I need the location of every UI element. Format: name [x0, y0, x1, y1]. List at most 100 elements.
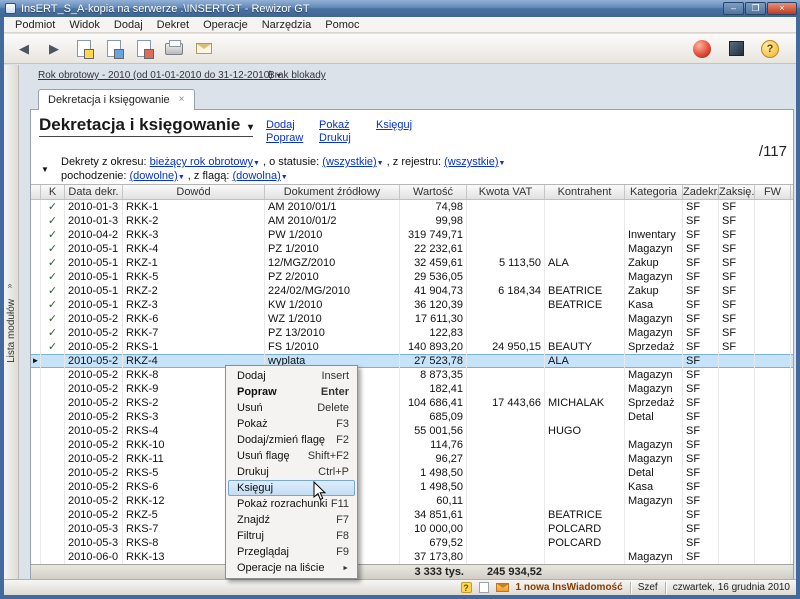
- table-row[interactable]: ✓2010-05-1RKK-4PZ 1/201022 232,61Magazyn…: [31, 242, 793, 256]
- edit-link[interactable]: Popraw: [266, 132, 303, 144]
- filter-flag-value[interactable]: (dowolna): [232, 170, 280, 182]
- filter-register-value[interactable]: (wszystkie): [444, 156, 498, 168]
- table-row[interactable]: ✓2010-05-2RKK-6WZ 1/201017 611,30Magazyn…: [31, 312, 793, 326]
- page-title-menu[interactable]: Dekretacja i księgowanie ▾: [39, 115, 253, 137]
- table-row[interactable]: 2010-05-2RKS-455 001,56HUGOSF: [31, 424, 793, 438]
- table-row[interactable]: 2010-05-2RKK-1196,27MagazynSF: [31, 452, 793, 466]
- menu-item-operacje[interactable]: Operacje: [196, 18, 255, 32]
- table-row[interactable]: 2010-05-3RKS-710 000,00POLCARDSF: [31, 522, 793, 536]
- print-link[interactable]: Drukuj: [319, 132, 351, 144]
- sidebar-expand-icon[interactable]: «: [6, 284, 16, 289]
- column-header-src[interactable]: Dokument źródłowy: [265, 185, 400, 199]
- delete-decree-button[interactable]: [132, 37, 156, 61]
- table-row[interactable]: ✓2010-05-1RKZ-112/MGZ/201032 459,615 113…: [31, 256, 793, 270]
- filter-status-value[interactable]: (wszystkie): [322, 156, 376, 168]
- show-link[interactable]: Pokaż: [319, 119, 350, 131]
- tab-close-icon[interactable]: ×: [179, 95, 185, 105]
- table-row[interactable]: 2010-05-2RKK-10114,76MagazynSF: [31, 438, 793, 452]
- new-decree-button[interactable]: [72, 37, 96, 61]
- post-link[interactable]: Księguj: [376, 119, 412, 131]
- maximize-button[interactable]: ❐: [745, 2, 766, 15]
- context-menu-item-usun[interactable]: UsuńDelete: [228, 400, 355, 416]
- lock-status-link[interactable]: Brak blokady: [268, 70, 326, 81]
- table-row[interactable]: ✓2010-05-1RKK-5PZ 2/201029 536,05Magazyn…: [31, 270, 793, 284]
- column-header-k[interactable]: K: [41, 185, 65, 199]
- cell-source-document: PZ 13/2010: [265, 326, 400, 340]
- title-bar: InsERT_S_A-kopia na serwerze .\INSERTGT …: [0, 0, 800, 17]
- table-row[interactable]: ✓2010-05-2RKS-1FS 1/2010140 893,2024 950…: [31, 340, 793, 354]
- insmail-notification[interactable]: 1 nowa InsWiadomość: [516, 582, 623, 593]
- context-menu-item-ksieguj[interactable]: Księguj: [228, 480, 355, 496]
- context-menu-item-znajdz[interactable]: ZnajdźF7: [228, 512, 355, 528]
- context-menu-item-usun-flage[interactable]: Usuń flagęShift+F2: [228, 448, 355, 464]
- mail-icon[interactable]: [496, 583, 509, 592]
- column-header-category[interactable]: Kategoria: [625, 185, 683, 199]
- table-row[interactable]: 2010-05-2RKK-9182,41MagazynSF: [31, 382, 793, 396]
- table-row[interactable]: 2010-05-2RKS-51 498,50DetalSF: [31, 466, 793, 480]
- help-button[interactable]: ?: [758, 37, 782, 61]
- column-header-fw[interactable]: FW: [755, 185, 791, 199]
- menu-item-widok[interactable]: Widok: [62, 18, 107, 32]
- communications-button[interactable]: [192, 37, 216, 61]
- context-menu-item-dodaj[interactable]: DodajInsert: [228, 368, 355, 384]
- print-button[interactable]: [162, 37, 186, 61]
- cell-fw: [755, 382, 791, 396]
- table-row[interactable]: 2010-05-3RKS-8679,52POLCARDSF: [31, 536, 793, 550]
- menu-item-narzedzia[interactable]: Narzędzia: [255, 18, 319, 32]
- table-row[interactable]: 2010-05-2RKZ-534 851,61BEATRICESF: [31, 508, 793, 522]
- menu-item-dodaj[interactable]: Dodaj: [107, 18, 150, 32]
- tab-dekretacja[interactable]: Dekretacja i księgowanie ×: [38, 89, 195, 110]
- table-row[interactable]: ✓2010-05-1RKZ-3KW 1/201036 120,39BEATRIC…: [31, 298, 793, 312]
- table-row[interactable]: ►2010-05-2RKZ-4wyplata27 523,78ALASF: [31, 354, 793, 368]
- context-menu-item-popraw[interactable]: PoprawEnter: [228, 384, 355, 400]
- cell-zaksie: [719, 368, 755, 382]
- column-header-zaksie[interactable]: Zaksię.: [719, 185, 755, 199]
- menu-item-pomoc[interactable]: Pomoc: [318, 18, 366, 32]
- context-menu-item-filtruj[interactable]: FiltrujF8: [228, 528, 355, 544]
- toolbar: ◀▶ ?: [4, 34, 796, 64]
- context-menu-item-pokaz-rozrachunki[interactable]: Pokaż rozrachunkiF11: [228, 496, 355, 512]
- table-row[interactable]: 2010-05-2RKS-3685,09DetalSF: [31, 410, 793, 424]
- table-row[interactable]: 2010-05-2RKS-61 498,50KasaSF: [31, 480, 793, 494]
- table-row[interactable]: 2010-05-2RKK-88 873,35MagazynSF: [31, 368, 793, 382]
- modules-sidebar[interactable]: « Lista modułów: [4, 65, 19, 579]
- filter-origin-value[interactable]: (dowolne): [130, 170, 178, 182]
- edit-decree-button[interactable]: [102, 37, 126, 61]
- context-menu-item-drukuj[interactable]: DrukujCtrl+P: [228, 464, 355, 480]
- table-row[interactable]: ✓2010-01-3RKK-1AM 2010/01/174,98SFSF: [31, 200, 793, 214]
- add-link[interactable]: Dodaj: [266, 119, 295, 131]
- minimize-button[interactable]: –: [723, 2, 744, 15]
- table-row[interactable]: 2010-05-2RKS-2104 686,4117 443,66MICHALA…: [31, 396, 793, 410]
- table-row[interactable]: 2010-05-2RKK-1260,11MagazynSF: [31, 494, 793, 508]
- context-menu-item-dodaj-zmien-flage[interactable]: Dodaj/zmień flagęF2: [228, 432, 355, 448]
- column-header-zadekr[interactable]: Zadekr.: [683, 185, 719, 199]
- workspace: « Lista modułów Rok obrotowy - 2010 (od …: [4, 65, 796, 579]
- cell-document: RKK-2: [123, 214, 265, 228]
- nav-back-button[interactable]: ◀: [12, 37, 36, 61]
- menu-item-podmiot[interactable]: Podmiot: [8, 18, 62, 32]
- context-menu-item-operacje-na-liscie[interactable]: Operacje na liście►: [228, 560, 355, 576]
- modules-cube-button[interactable]: [724, 37, 748, 61]
- nav-forward-button[interactable]: ▶: [42, 37, 66, 61]
- table-row[interactable]: ✓2010-05-2RKK-7PZ 13/2010122,83MagazynSF…: [31, 326, 793, 340]
- help-badge-icon[interactable]: ?: [461, 582, 472, 593]
- column-header-val[interactable]: Wartość: [400, 185, 467, 199]
- column-header-vat[interactable]: Kwota VAT: [467, 185, 545, 199]
- fiscal-year-selector[interactable]: Rok obrotowy - 2010 (od 01-01-2010 do 31…: [38, 70, 282, 81]
- context-menu-item-przegladaj[interactable]: PrzeglądajF9: [228, 544, 355, 560]
- note-icon[interactable]: [479, 582, 489, 593]
- table-row[interactable]: ✓2010-01-3RKK-2AM 2010/01/299,98SFSF: [31, 214, 793, 228]
- table-row[interactable]: 2010-06-0RKK-1337 173,80MagazynSF: [31, 550, 793, 564]
- filter-collapse-icon[interactable]: ▼: [41, 165, 49, 174]
- insert-logo-button[interactable]: [690, 37, 714, 61]
- column-header-contractor[interactable]: Kontrahent: [545, 185, 625, 199]
- filter-period-value[interactable]: bieżący rok obrotowy: [150, 156, 253, 168]
- table-row[interactable]: ✓2010-04-2RKK-3PW 1/2010319 749,71Inwent…: [31, 228, 793, 242]
- context-menu-item-pokaz[interactable]: PokażF3: [228, 416, 355, 432]
- table-row[interactable]: ✓2010-05-1RKZ-2224/02/MG/201041 904,736 …: [31, 284, 793, 298]
- column-header-doc[interactable]: Dowód: [123, 185, 265, 199]
- column-header-sel[interactable]: [31, 185, 41, 199]
- column-header-date[interactable]: Data dekr.: [65, 185, 123, 199]
- close-button[interactable]: ×: [767, 2, 797, 15]
- menu-item-dekret[interactable]: Dekret: [150, 18, 196, 32]
